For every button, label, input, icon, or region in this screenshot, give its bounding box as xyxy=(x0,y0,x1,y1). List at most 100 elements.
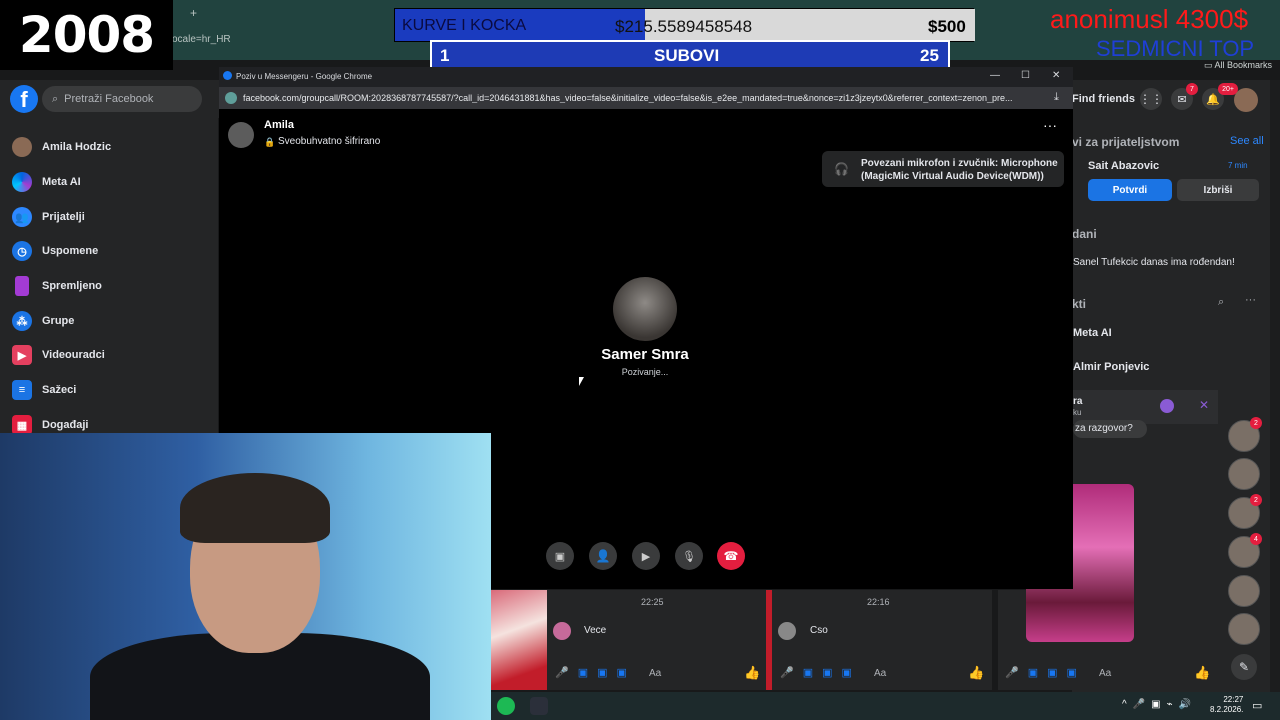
more-options-icon[interactable]: ··· xyxy=(1043,117,1057,133)
sidebar-item-meta-ai[interactable]: Meta AI xyxy=(12,172,81,192)
chat-roses-image xyxy=(491,590,547,690)
minimize-icon[interactable]: — xyxy=(990,70,1000,81)
sidebar-item-feeds[interactable]: ≡ Sažeci xyxy=(12,380,76,400)
chat-toolbar-icons[interactable]: 🎤▣▣▣ xyxy=(780,666,861,679)
video-toggle-button[interactable]: ▶ xyxy=(632,542,660,570)
see-all-link[interactable]: See all xyxy=(1230,135,1264,147)
sidebar-item-label: Događaji xyxy=(42,419,89,431)
messenger-badge: 7 xyxy=(1186,83,1198,95)
weekly-top-overlay-text: SEDMICNI TOP xyxy=(1096,36,1255,61)
download-icon[interactable]: ⤓ xyxy=(1054,91,1059,104)
chat-message: Vece xyxy=(584,625,607,636)
call-title: Amila xyxy=(264,119,294,131)
profile-avatar[interactable] xyxy=(1234,88,1258,112)
sidebar-item-label: Sažeci xyxy=(42,384,77,396)
find-friends-button[interactable]: Find friends xyxy=(1072,93,1135,105)
avatar xyxy=(778,622,796,640)
requester-name[interactable]: Sait Abazovic xyxy=(1088,160,1159,172)
chat-preview-phone-icon[interactable] xyxy=(1160,399,1174,413)
encryption-label: Sveobuhvatno šifrirano xyxy=(278,136,381,147)
contact-meta-ai[interactable]: Meta AI xyxy=(1073,327,1112,339)
chat-toolbar-icons[interactable]: 🎤▣▣▣ xyxy=(1005,666,1086,679)
chat-message: Cso xyxy=(810,625,828,636)
confirm-request-button[interactable]: Potvrdi xyxy=(1088,179,1172,201)
chat-time: 22:25 xyxy=(641,597,664,607)
sidebar-item-video[interactable]: ▶ Videouradci xyxy=(12,345,105,365)
avatar xyxy=(12,137,32,157)
chathead-5[interactable] xyxy=(1228,575,1260,607)
chat-toolbar-icons[interactable]: 🎤▣▣▣ xyxy=(555,666,636,679)
chat-input[interactable]: Aa xyxy=(1099,668,1111,679)
score-center-label: SUBOVI xyxy=(654,46,720,65)
sidebar-item-saved[interactable]: Spremljeno xyxy=(12,276,102,296)
maximize-icon[interactable]: ☐ xyxy=(1021,70,1030,81)
delete-request-button[interactable]: Izbriši xyxy=(1177,179,1259,201)
new-tab-button[interactable]: + xyxy=(190,6,197,20)
sidebar-item-events[interactable]: ▦ Događaji xyxy=(12,415,88,435)
share-screen-icon: ▣ xyxy=(554,550,566,563)
lock-icon: 🔒 xyxy=(264,137,276,147)
add-person-button[interactable]: 👤 xyxy=(589,542,617,570)
notifications-icon[interactable]: ▭ xyxy=(1252,699,1262,712)
headphones-icon: 🎧 xyxy=(834,162,849,176)
request-time: 7 min xyxy=(1228,161,1248,170)
feeds-icon: ≡ xyxy=(12,380,32,400)
score-value: $215.5589458548 xyxy=(615,17,753,36)
year-overlay: 2008 xyxy=(0,0,173,70)
site-info-icon[interactable] xyxy=(225,92,237,104)
chat-input[interactable]: Aa xyxy=(874,668,886,679)
avatar xyxy=(228,122,254,148)
groups-icon: ⁂ xyxy=(12,311,32,331)
hang-up-icon: ☎ xyxy=(723,549,739,563)
avatar xyxy=(553,622,571,640)
friends-icon: 👥 xyxy=(12,207,32,227)
score-right-number: 25 xyxy=(920,46,939,65)
chathead-badge: 4 xyxy=(1250,533,1262,545)
like-icon[interactable]: 👍 xyxy=(744,665,760,681)
chathead-6[interactable] xyxy=(1228,613,1260,645)
close-icon[interactable]: ✕ xyxy=(1052,70,1060,81)
new-message-icon[interactable]: ✎ xyxy=(1231,654,1257,680)
facebook-search-input[interactable]: ⌕ Pretraži Facebook xyxy=(42,86,202,112)
clock-date: 8.2.2026. xyxy=(1210,705,1244,714)
facebook-favicon-icon xyxy=(223,71,232,80)
system-tray-icons[interactable]: ^🎤▣⌁🔊 xyxy=(1122,699,1197,710)
sidebar-item-friends[interactable]: 👥 Prijatelji xyxy=(12,207,85,227)
sidebar-item-label: Grupe xyxy=(42,315,75,327)
meta-ai-icon xyxy=(12,172,32,192)
menu-grid-icon[interactable]: ⋮⋮ xyxy=(1139,88,1163,110)
donation-overlay-text: anonimusl 4300$ xyxy=(1050,4,1249,34)
spotify-icon[interactable] xyxy=(497,697,515,715)
mouse-cursor-icon xyxy=(579,377,584,386)
facebook-logo-icon[interactable]: f xyxy=(10,85,38,113)
taskbar-clock[interactable]: 22:27 8.2.2026. xyxy=(1210,695,1243,715)
birthdays-title: dani xyxy=(1072,227,1097,241)
contact-almir[interactable]: Almir Ponjevic xyxy=(1073,361,1149,373)
popup-title: Poziv u Messengeru - Google Chrome xyxy=(236,72,373,81)
chathead-badge: 2 xyxy=(1250,417,1262,429)
birthday-text[interactable]: Sanel Tufekcic danas ima rođendan! xyxy=(1073,257,1235,268)
app-icon[interactable] xyxy=(530,697,548,715)
mute-button[interactable]: 🎙 xyxy=(675,542,703,570)
clock-time: 22:27 xyxy=(1223,695,1244,704)
like-icon[interactable]: 👍 xyxy=(1194,665,1210,681)
share-screen-button[interactable]: ▣ xyxy=(546,542,574,570)
sidebar-item-label: Prijatelji xyxy=(42,211,85,223)
video-off-icon: ▶ xyxy=(641,550,651,563)
sidebar-item-memories[interactable]: ◷ Uspomene xyxy=(12,241,98,261)
end-call-button[interactable]: ☎ xyxy=(717,542,745,570)
like-icon[interactable]: 👍 xyxy=(968,665,984,681)
contacts-more-icon[interactable]: ··· xyxy=(1245,294,1256,306)
chat-preview-close-icon[interactable]: ✕ xyxy=(1199,398,1209,412)
sidebar-item-profile[interactable]: Amila Hodzic xyxy=(12,137,111,157)
callee-name: Samer Smra xyxy=(601,346,689,363)
chat-preview-header[interactable] xyxy=(1073,390,1218,424)
sidebar-item-label: Meta AI xyxy=(42,176,81,188)
chat-input[interactable]: Aa xyxy=(649,668,661,679)
chathead-2[interactable] xyxy=(1228,458,1260,490)
contacts-search-icon[interactable]: ⌕ xyxy=(1218,296,1224,309)
page-scrollbar[interactable] xyxy=(1270,80,1280,720)
sidebar-item-groups[interactable]: ⁂ Grupe xyxy=(12,311,74,331)
sidebar-item-label: Uspomene xyxy=(42,245,99,257)
sidebar-item-label: Spremljeno xyxy=(42,280,102,292)
